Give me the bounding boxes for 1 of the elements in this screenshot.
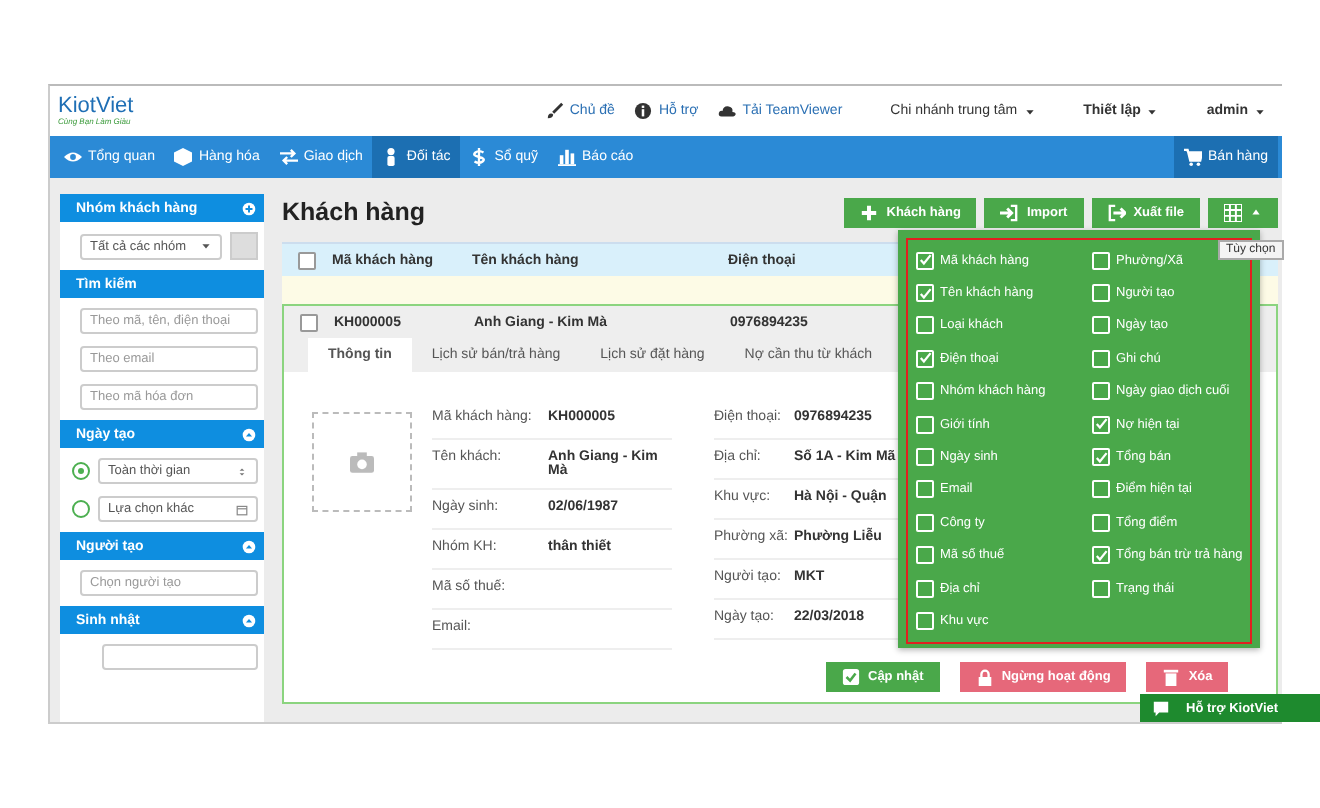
page-title: Khách hàng xyxy=(282,198,426,226)
